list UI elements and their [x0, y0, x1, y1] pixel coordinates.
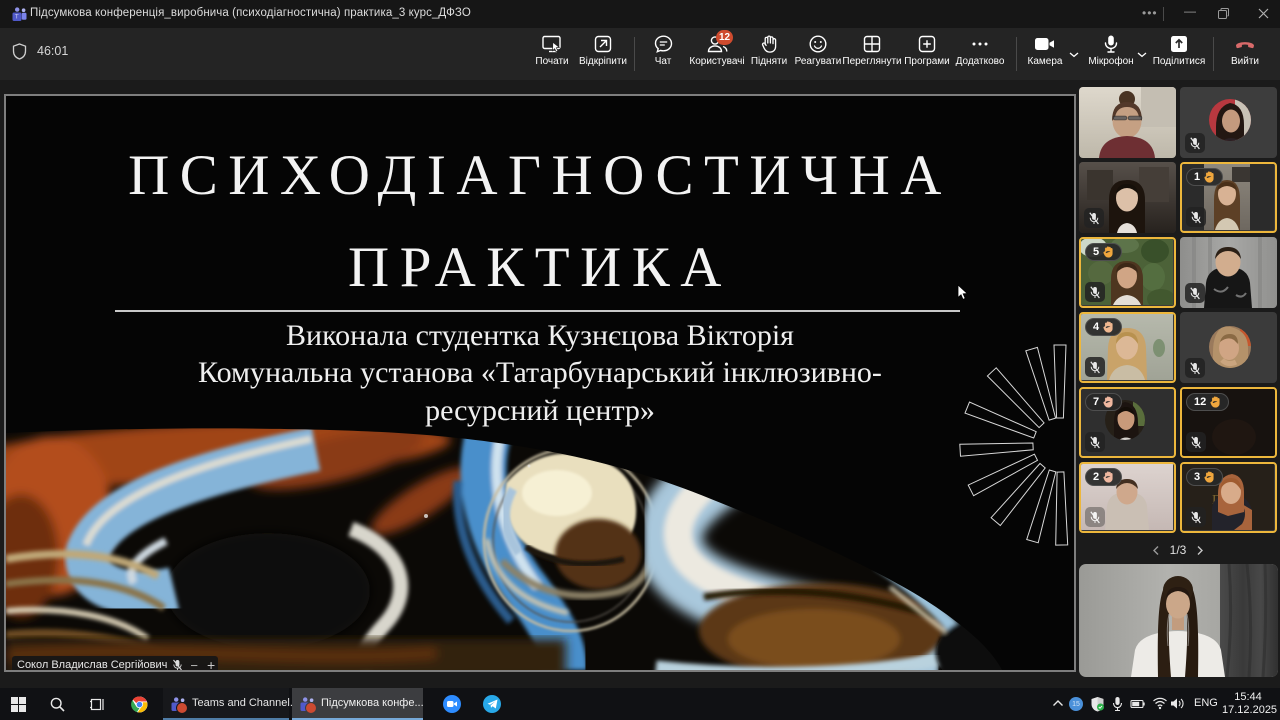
svg-text:T: T: [15, 14, 19, 21]
